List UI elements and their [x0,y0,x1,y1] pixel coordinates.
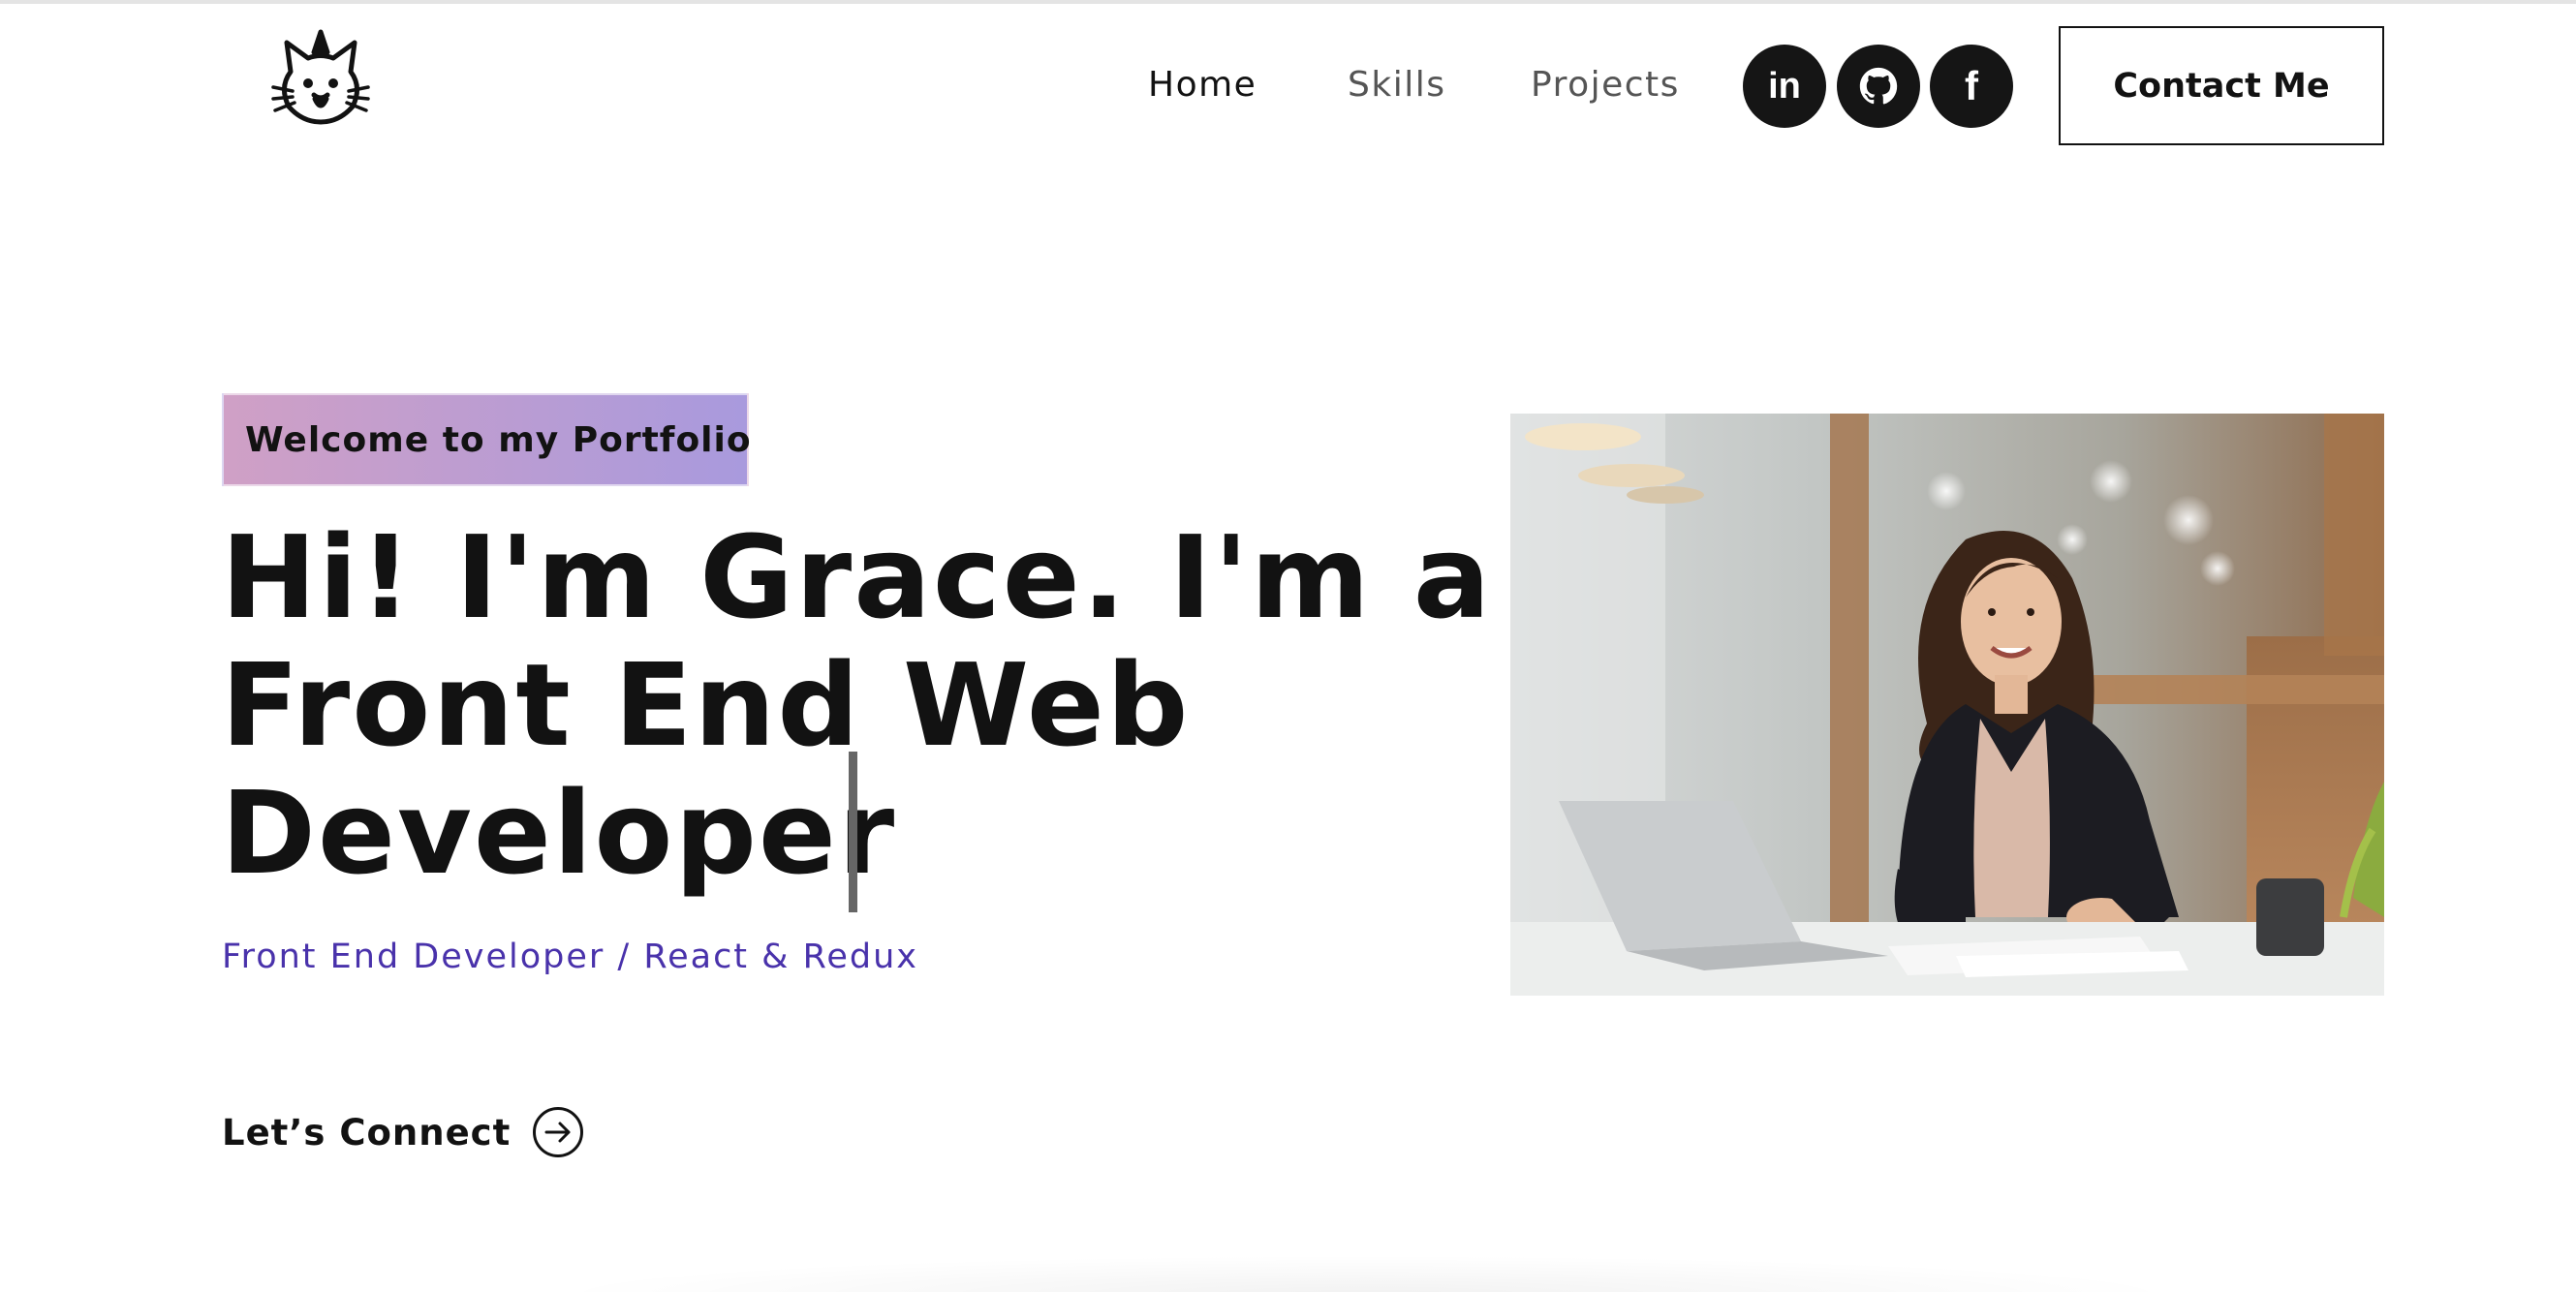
hero-headline: Hi! I'm Grace. I'm a Front End Web Devel… [221,513,1500,897]
facebook-button[interactable]: f [1930,45,2013,128]
welcome-tagline: Welcome to my Portfolio [222,393,751,486]
typing-caret [849,752,857,912]
linkedin-button[interactable]: in [1743,45,1826,128]
top-border [0,0,2576,4]
github-button[interactable] [1837,45,1920,128]
hero-photo [1510,414,2384,996]
linkedin-icon: in [1768,66,1801,107]
section-shadow [543,1255,2189,1292]
arrow-right-circle-icon [533,1107,584,1157]
nav-home-link[interactable]: Home [1148,62,1257,108]
nav-projects-link[interactable]: Projects [1531,62,1680,108]
headline-line-1: Hi! I'm Grace. I'm a [221,510,1493,644]
facebook-icon: f [1965,63,1978,108]
hero-subtitle: Front End Developer / React & Redux [222,938,918,976]
headline-line-2: Front End Web [221,638,1191,772]
lets-connect-label: Let’s Connect [222,1111,512,1154]
nav-skills-link[interactable]: Skills [1348,62,1445,108]
github-icon [1859,67,1898,105]
headline-line-3: Developer [221,766,897,900]
lets-connect-button[interactable]: Let’s Connect [222,1106,584,1158]
contact-me-button[interactable]: Contact Me [2059,26,2384,145]
cat-unicorn-logo-icon[interactable] [269,29,372,130]
